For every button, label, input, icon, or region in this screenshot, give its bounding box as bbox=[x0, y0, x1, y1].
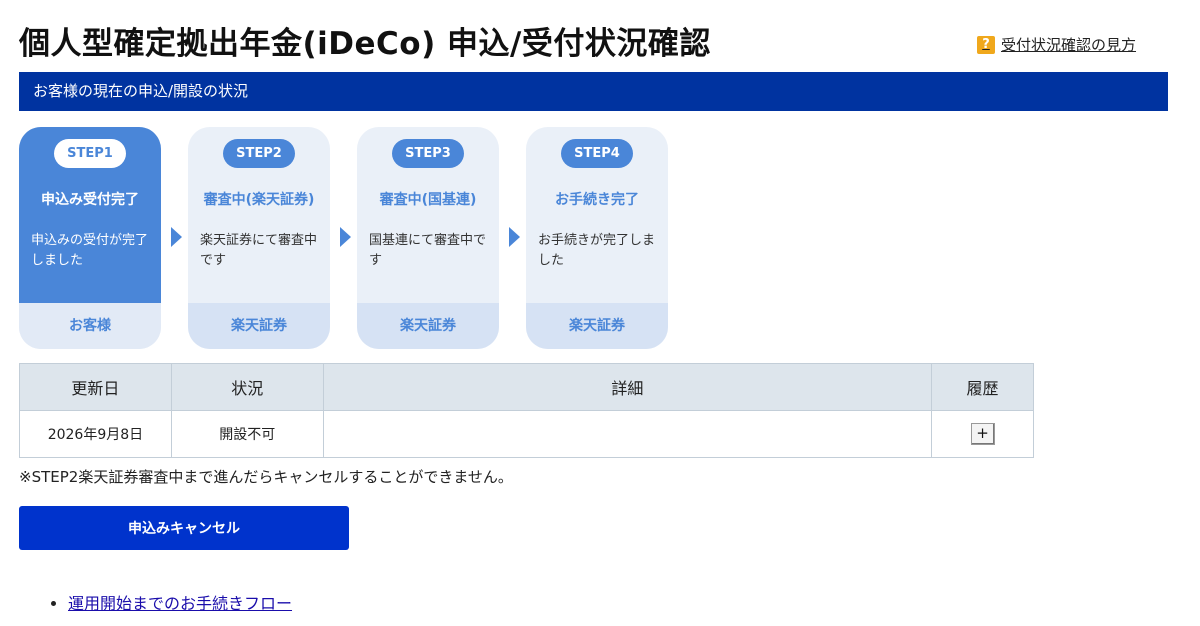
column-header-detail: 詳細 bbox=[322, 363, 933, 411]
cancel-application-button[interactable]: 申込みキャンセル bbox=[19, 506, 349, 550]
step-3-badge: STEP3 bbox=[392, 139, 464, 168]
help-link[interactable]: ? 受付状況確認の見方 bbox=[977, 34, 1136, 55]
help-question-icon: ? bbox=[977, 35, 995, 54]
step-1-description: 申込みの受付が完了しました bbox=[31, 233, 149, 268]
step-3-card: STEP3 審査中(国基連) 国基連にて審査中です 楽天証券 bbox=[357, 127, 499, 349]
step-4-title: お手続き完了 bbox=[555, 192, 639, 208]
step-2-card: STEP2 審査中(楽天証券) 楽天証券にて審査中です 楽天証券 bbox=[188, 127, 330, 349]
step-1-badge: STEP1 bbox=[54, 139, 126, 168]
step-progress: STEP1 申込み受付完了 申込みの受付が完了しました お客様 STEP2 審査… bbox=[19, 127, 679, 349]
help-link-label[interactable]: 受付状況確認の見方 bbox=[1001, 34, 1136, 55]
status-history-table: 更新日 状況 詳細 履歴 2026年9月8日 開設不可 + bbox=[19, 363, 1034, 458]
step-3-description: 国基連にて審査中です bbox=[369, 233, 487, 268]
column-header-status: 状況 bbox=[170, 363, 324, 411]
chevron-right-icon bbox=[171, 227, 182, 247]
step-1-owner: お客様 bbox=[19, 303, 161, 349]
step-2-owner: 楽天証券 bbox=[188, 303, 330, 349]
step-2-title: 審査中(楽天証券) bbox=[203, 192, 315, 208]
procedure-flow-link[interactable]: 運用開始までのお手続きフロー bbox=[68, 594, 292, 613]
chevron-right-icon bbox=[509, 227, 520, 247]
step-4-badge: STEP4 bbox=[561, 139, 633, 168]
step-1-card: STEP1 申込み受付完了 申込みの受付が完了しました お客様 bbox=[19, 127, 161, 349]
step-4-description: お手続きが完了しました bbox=[538, 233, 656, 268]
list-item: 運用開始までのお手続きフロー bbox=[68, 590, 292, 614]
row-status: 開設不可 bbox=[170, 410, 324, 458]
section-header: お客様の現在の申込/開設の状況 bbox=[19, 72, 1168, 111]
column-header-history: 履歴 bbox=[931, 363, 1034, 411]
row-date: 2026年9月8日 bbox=[19, 410, 172, 458]
table-header-row: 更新日 状況 詳細 履歴 bbox=[19, 363, 1034, 411]
row-detail bbox=[322, 410, 933, 458]
step-4-owner: 楽天証券 bbox=[526, 303, 668, 349]
page-title: 個人型確定拠出年金(iDeCo) 申込/受付状況確認 bbox=[19, 26, 711, 62]
step-3-owner: 楽天証券 bbox=[357, 303, 499, 349]
table-row: 2026年9月8日 開設不可 + bbox=[19, 410, 1034, 458]
step-2-badge: STEP2 bbox=[223, 139, 295, 168]
column-header-date: 更新日 bbox=[19, 363, 172, 411]
step-4-card: STEP4 お手続き完了 お手続きが完了しました 楽天証券 bbox=[526, 127, 668, 349]
related-links: 運用開始までのお手続きフロー bbox=[48, 590, 292, 614]
step-2-description: 楽天証券にて審査中です bbox=[200, 233, 318, 268]
row-history-cell: + bbox=[931, 410, 1034, 458]
history-expand-button[interactable]: + bbox=[970, 423, 995, 445]
chevron-right-icon bbox=[340, 227, 351, 247]
step-1-title: 申込み受付完了 bbox=[41, 192, 139, 208]
step-3-title: 審査中(国基連) bbox=[379, 192, 477, 208]
cancel-note: ※STEP2楽天証券審査中まで進んだらキャンセルすることができません。 bbox=[19, 468, 513, 486]
